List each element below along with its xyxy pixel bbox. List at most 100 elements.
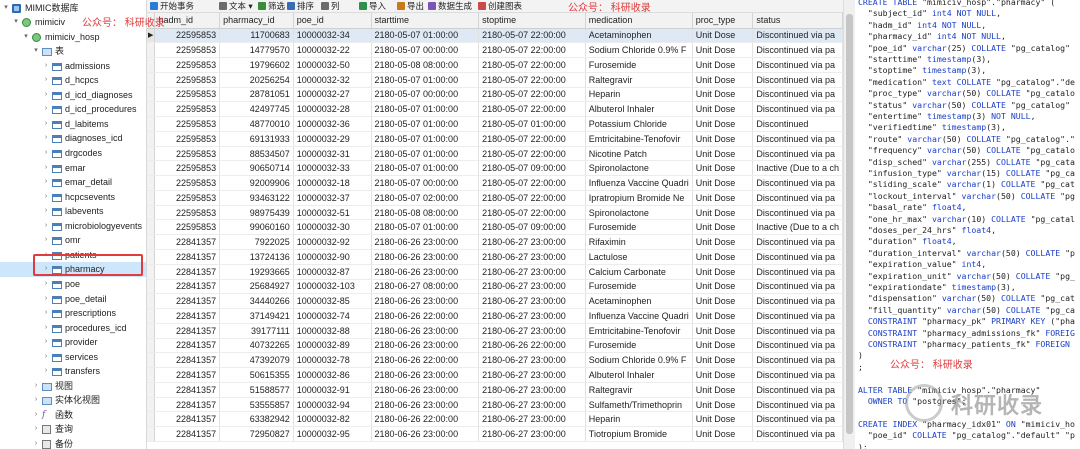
cell-medication[interactable]: Furosemide	[585, 219, 693, 236]
row-gutter[interactable]	[147, 175, 156, 191]
cell-starttime[interactable]: 2180-05-07 01:00:00	[371, 160, 480, 177]
cell-proc_type[interactable]: Unit Dose	[692, 160, 754, 177]
cell-pharmacy_id[interactable]: 7922025	[219, 234, 294, 250]
cell-medication[interactable]: Lactulose	[585, 249, 693, 265]
cell-medication[interactable]: Furosemide	[585, 338, 693, 354]
cell-stoptime[interactable]: 2180-05-07 22:00:00	[478, 72, 586, 88]
cell-pharmacy_id[interactable]: 53555857	[219, 397, 294, 413]
cell-medication[interactable]: Emtricitabine-Tenofovir	[585, 131, 693, 147]
row-gutter[interactable]	[147, 57, 156, 73]
tree-item-transfers[interactable]: › transfers	[0, 364, 146, 379]
expand-chevron-icon[interactable]: ›	[42, 219, 50, 234]
cell-hadm_id[interactable]: 22595853	[154, 175, 221, 191]
cell-status[interactable]: Discontinued via pa	[752, 190, 843, 206]
table-row[interactable]: 22841357 47392079 10000032-78 2180-06-26 22…	[147, 352, 843, 369]
cell-proc_type[interactable]: Unit Dose	[692, 308, 754, 324]
cell-stoptime[interactable]: 2180-05-07 22:00:00	[478, 190, 586, 206]
cell-status[interactable]: Discontinued via pa	[752, 249, 843, 265]
cell-proc_type[interactable]: Unit Dose	[692, 205, 754, 221]
cell-proc_type[interactable]: Unit Dose	[692, 42, 754, 59]
cell-pharmacy_id[interactable]: 14779570	[219, 42, 294, 59]
cell-pharmacy_id[interactable]: 99060160	[219, 219, 294, 236]
cell-starttime[interactable]: 2180-06-26 23:00:00	[371, 382, 480, 398]
cell-status[interactable]: Discontinued via pa	[752, 264, 843, 280]
cell-hadm_id[interactable]: 22841357	[154, 382, 221, 398]
cell-hadm_id[interactable]: 22595853	[154, 87, 221, 103]
cell-pharmacy_id[interactable]: 19293665	[219, 264, 294, 280]
row-gutter[interactable]	[147, 411, 156, 428]
cell-proc_type[interactable]: Unit Dose	[692, 116, 754, 132]
cell-medication[interactable]: Albuterol Inhaler	[585, 367, 693, 383]
expand-chevron-icon[interactable]: ›	[42, 146, 50, 161]
cell-starttime[interactable]: 2180-06-27 08:00:00	[371, 279, 480, 295]
expand-chevron-icon[interactable]: ›	[42, 73, 50, 88]
tree-item-admissions[interactable]: › admissions	[0, 59, 146, 74]
cell-pharmacy_id[interactable]: 42497745	[219, 101, 294, 118]
row-gutter[interactable]	[147, 190, 156, 206]
cell-pharmacy_id[interactable]: 88534507	[219, 146, 294, 162]
tree-item-d_icd_diagnoses[interactable]: › d_icd_diagnoses	[0, 88, 146, 103]
cell-hadm_id[interactable]: 22595853	[154, 116, 221, 132]
cell-poe_id[interactable]: 10000032-28	[293, 101, 372, 118]
expand-chevron-icon[interactable]: ›	[42, 364, 50, 379]
cell-hadm_id[interactable]: 22595853	[154, 72, 221, 88]
cell-stoptime[interactable]: 2180-05-07 22:00:00	[478, 28, 586, 44]
cell-proc_type[interactable]: Unit Dose	[692, 146, 754, 162]
expand-chevron-icon[interactable]: ›	[42, 277, 50, 292]
cell-medication[interactable]: Acetaminophen	[585, 293, 693, 310]
cell-stoptime[interactable]: 2180-06-27 23:00:00	[478, 397, 586, 413]
toolbar-transaction-button[interactable]: 开始事务	[150, 1, 194, 12]
tree-item-[interactable]: › 实体化视图	[0, 393, 146, 408]
row-gutter[interactable]	[147, 131, 156, 147]
tree-item-provider[interactable]: › provider	[0, 335, 146, 350]
cell-hadm_id[interactable]: 22595853	[154, 28, 221, 44]
cell-hadm_id[interactable]: 22595853	[154, 219, 221, 236]
cell-starttime[interactable]: 2180-05-07 01:00:00	[371, 146, 480, 162]
cell-hadm_id[interactable]: 22595853	[154, 42, 221, 59]
expand-chevron-icon[interactable]: ›	[32, 408, 40, 423]
column-header-pharmacy_id[interactable]: pharmacy_id	[219, 13, 294, 29]
cell-medication[interactable]: Potassium Chloride	[585, 116, 693, 132]
cell-proc_type[interactable]: Unit Dose	[692, 131, 754, 147]
cell-proc_type[interactable]: Unit Dose	[692, 323, 754, 339]
cell-hadm_id[interactable]: 22595853	[154, 205, 221, 221]
cell-pharmacy_id[interactable]: 90650714	[219, 160, 294, 177]
collapse-chevron-icon[interactable]: ▾	[12, 15, 20, 30]
cell-stoptime[interactable]: 2180-05-07 22:00:00	[478, 42, 586, 59]
cell-pharmacy_id[interactable]: 34440266	[219, 293, 294, 310]
cell-poe_id[interactable]: 10000032-74	[293, 308, 372, 324]
cell-hadm_id[interactable]: 22841357	[154, 411, 221, 428]
tree-item-[interactable]: › 查询	[0, 422, 146, 437]
row-gutter[interactable]	[147, 426, 156, 442]
cell-pharmacy_id[interactable]: 50615355	[219, 367, 294, 383]
cell-starttime[interactable]: 2180-05-07 01:00:00	[371, 131, 480, 147]
column-header-proc_type[interactable]: proc_type	[692, 13, 754, 29]
expand-chevron-icon[interactable]: ›	[32, 379, 40, 394]
row-gutter[interactable]	[147, 397, 156, 413]
cell-hadm_id[interactable]: 22841357	[154, 264, 221, 280]
vertical-scrollbar[interactable]	[843, 0, 855, 449]
tree-item-d_hcpcs[interactable]: › d_hcpcs	[0, 73, 146, 88]
cell-medication[interactable]: Spironolactone	[585, 205, 693, 221]
cell-poe_id[interactable]: 10000032-31	[293, 146, 372, 162]
cell-hadm_id[interactable]: 22841357	[154, 397, 221, 413]
cell-starttime[interactable]: 2180-05-07 01:00:00	[371, 219, 480, 236]
expand-chevron-icon[interactable]: ›	[42, 131, 50, 146]
cell-stoptime[interactable]: 2180-05-07 22:00:00	[478, 57, 586, 73]
cell-status[interactable]: Discontinued via pa	[752, 338, 843, 354]
cell-stoptime[interactable]: 2180-05-07 22:00:00	[478, 205, 586, 221]
cell-medication[interactable]: Raltegravir	[585, 72, 693, 88]
cell-pharmacy_id[interactable]: 20256254	[219, 72, 294, 88]
cell-hadm_id[interactable]: 22841357	[154, 293, 221, 310]
cell-stoptime[interactable]: 2180-06-27 23:00:00	[478, 367, 586, 383]
cell-status[interactable]: Discontinued via pa	[752, 175, 843, 191]
cell-poe_id[interactable]: 10000032-18	[293, 175, 372, 191]
tree-item-services[interactable]: › services	[0, 350, 146, 365]
cell-hadm_id[interactable]: 22595853	[154, 160, 221, 177]
cell-pharmacy_id[interactable]: 69131933	[219, 131, 294, 147]
cell-poe_id[interactable]: 10000032-51	[293, 205, 372, 221]
cell-hadm_id[interactable]: 22841357	[154, 338, 221, 354]
cell-pharmacy_id[interactable]: 19796602	[219, 57, 294, 73]
cell-status[interactable]: Discontinued via pa	[752, 411, 843, 428]
cell-poe_id[interactable]: 10000032-32	[293, 72, 372, 88]
